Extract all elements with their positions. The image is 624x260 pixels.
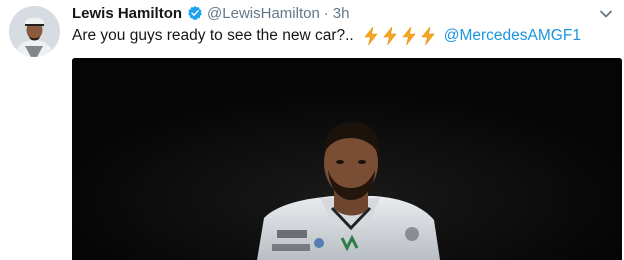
emoji-group [362,26,438,46]
tweet-text: Are you guys ready to see the new car?..… [72,25,581,47]
high-voltage-icon [421,26,435,46]
author-handle[interactable]: @LewisHamilton [207,5,320,22]
chevron-down-icon[interactable] [598,6,614,22]
mention-link[interactable]: @MercedesAMGF1 [444,25,581,47]
tweet-timestamp[interactable]: 3h [333,5,350,22]
separator-dot: · [323,4,329,22]
high-voltage-icon [383,26,397,46]
tweet-header: Lewis Hamilton @LewisHamilton · 3h [72,3,349,23]
verified-badge-icon [188,6,202,21]
high-voltage-icon [364,26,378,46]
author-name[interactable]: Lewis Hamilton [72,5,182,22]
tweet-body: Are you guys ready to see the new car?.. [72,27,354,44]
driver-portrait-photo [72,58,622,260]
avatar[interactable] [9,6,60,57]
tweet-media-image[interactable] [72,58,622,260]
tweet: Lewis Hamilton @LewisHamilton · 3h Are y… [0,0,624,260]
high-voltage-icon [402,26,416,46]
